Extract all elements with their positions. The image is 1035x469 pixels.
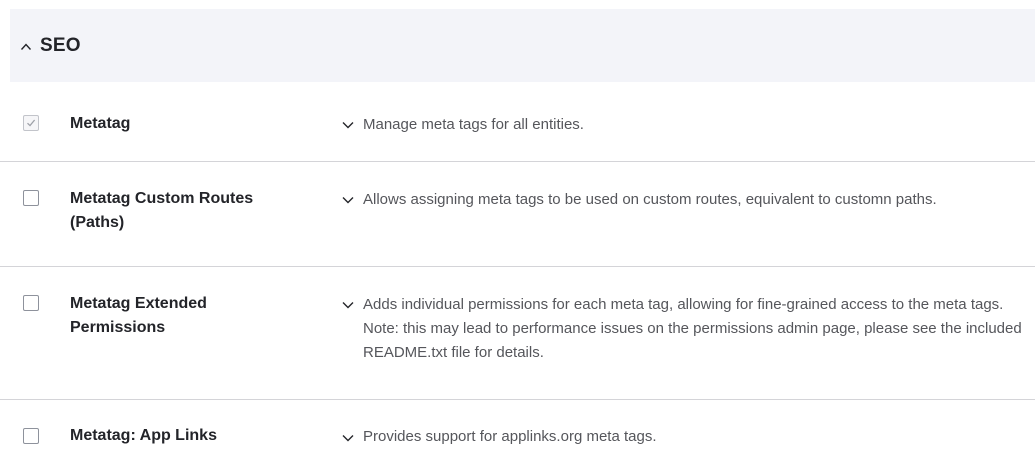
module-row-metatag-app-links: Metatag: App Links Provides support for … bbox=[0, 400, 1035, 469]
module-description: Allows assigning meta tags to be used on… bbox=[363, 191, 937, 208]
module-name: Metatag Custom Routes (Paths) bbox=[70, 190, 254, 231]
chevron-up-icon bbox=[20, 40, 32, 52]
module-description: Manage meta tags for all entities. bbox=[363, 116, 584, 133]
section-title: SEO bbox=[40, 34, 81, 56]
seo-section-toggle[interactable]: SEO bbox=[10, 9, 1035, 82]
module-name: Metatag bbox=[70, 115, 131, 132]
module-name: Metatag Extended Permissions bbox=[70, 295, 207, 336]
chevron-down-icon[interactable] bbox=[341, 193, 355, 207]
chevron-down-icon[interactable] bbox=[341, 298, 355, 312]
module-checkbox-metatag-extended-permissions[interactable] bbox=[23, 295, 39, 311]
module-name: Metatag: App Links bbox=[70, 427, 217, 444]
module-description: Adds individual permissions for each met… bbox=[363, 296, 1022, 361]
module-description: Provides support for applinks.org meta t… bbox=[363, 428, 657, 445]
module-checkbox-metatag-app-links[interactable] bbox=[23, 428, 39, 444]
module-row-metatag-extended-permissions: Metatag Extended Permissions Adds indivi… bbox=[0, 267, 1035, 400]
module-checkbox-metatag[interactable] bbox=[23, 115, 39, 131]
chevron-down-icon[interactable] bbox=[341, 431, 355, 445]
module-row-metatag-custom-routes: Metatag Custom Routes (Paths) Allows ass… bbox=[0, 162, 1035, 267]
checkmark-icon bbox=[27, 119, 36, 127]
module-checkbox-metatag-custom-routes[interactable] bbox=[23, 190, 39, 206]
module-row-metatag: Metatag Manage meta tags for all entitie… bbox=[0, 99, 1035, 162]
chevron-down-icon[interactable] bbox=[341, 118, 355, 132]
